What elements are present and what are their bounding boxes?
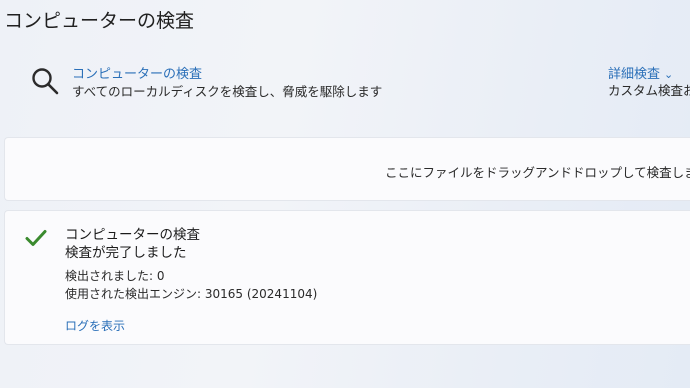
detection-engine-version: 使用された検出エンジン: 30165 (20241104) <box>65 287 318 301</box>
search-icon <box>32 68 59 95</box>
computer-scan-link[interactable]: コンピューターの検査 <box>72 63 202 82</box>
drop-zone-text: ここにファイルをドラッグアンドドロップして検査しま <box>385 165 690 180</box>
computer-scan-option[interactable]: コンピューターの検査 すべてのローカルディスクを検査し、脅威を駆除します 詳細検… <box>0 56 690 106</box>
file-drop-zone[interactable]: ここにファイルをドラッグアンドドロップして検査しま <box>4 137 690 201</box>
detected-count: 検出されました: 0 <box>65 269 165 283</box>
view-log-link[interactable]: ログを表示 <box>65 317 125 334</box>
advanced-scan-description: カスタム検査お <box>608 83 690 98</box>
check-icon <box>25 230 47 246</box>
result-status: 検査が完了しました <box>65 245 187 261</box>
computer-scan-description: すべてのローカルディスクを検査し、脅威を駆除します <box>72 84 383 99</box>
result-title: コンピューターの検査 <box>65 227 200 243</box>
scan-result-card: コンピューターの検査 検査が完了しました 検出されました: 0 使用された検出エ… <box>4 210 690 345</box>
page-title: コンピューターの検査 <box>4 10 195 32</box>
